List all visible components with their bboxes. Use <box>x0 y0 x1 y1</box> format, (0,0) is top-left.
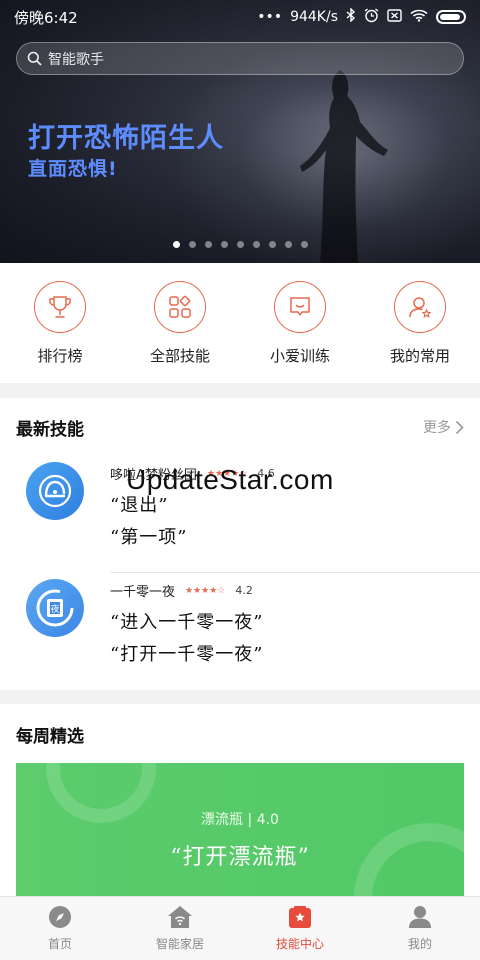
nav-label: 智能家居 <box>155 937 204 951</box>
banner-title: 打开恐怖陌生人 <box>28 123 224 154</box>
carousel-dot[interactable] <box>268 241 276 248</box>
search-placeholder: 智能歌手 <box>48 51 104 68</box>
weekly-feature-card[interactable]: 漂流瓶 | 4.0 “打开漂流瓶” <box>16 763 464 901</box>
hero-banner[interactable]: 傍晚6:42 ••• 944K/s 智能歌手 打开恐怖陌生人 直面恐惧! <box>0 0 480 263</box>
quick-actions: 排行榜 全部技能 小爱训练 我的常用 <box>0 263 480 383</box>
weekly-picks-section: 每周精选 漂流瓶 | 4.0 “打开漂流瓶” <box>0 704 480 904</box>
compass-icon <box>49 906 71 928</box>
trophy-icon <box>34 280 86 333</box>
quick-action-all-skills[interactable]: 全部技能 <box>125 280 235 366</box>
quick-action-label: 我的常用 <box>389 346 450 365</box>
profile-icon <box>409 906 431 928</box>
status-bar: 傍晚6:42 ••• 944K/s <box>0 0 480 34</box>
more-link[interactable]: 更多 <box>423 417 464 437</box>
chat-bubble-icon <box>274 280 326 333</box>
newest-skills-section: 最新技能 更多 哆啦A梦粉丝团 ★★★★☆ 4.6 “退出” “第一项” 夜 一… <box>0 398 480 690</box>
sim-off-icon <box>387 8 402 26</box>
carousel-dot[interactable] <box>220 241 228 248</box>
quick-action-favorites[interactable]: 我的常用 <box>365 280 475 366</box>
more-label: 更多 <box>423 420 451 436</box>
rating-value: 4.2 <box>235 584 253 597</box>
nav-smart-home[interactable]: 智能家居 <box>120 897 240 960</box>
carousel-dot[interactable] <box>188 241 196 248</box>
section-header: 每周精选 <box>0 704 480 764</box>
carousel-dot[interactable] <box>252 241 260 248</box>
skill-item[interactable]: 夜 一千零一夜 ★★★★☆ 4.2 “进入一千零一夜” “打开一千零一夜” <box>0 573 480 690</box>
status-dots: ••• <box>257 9 283 25</box>
skill-name: 一千零一夜 <box>110 585 176 600</box>
smart-home-icon <box>168 906 192 928</box>
apps-grid-icon <box>154 280 206 333</box>
carousel-indicator[interactable] <box>0 241 480 248</box>
nav-home[interactable]: 首页 <box>0 897 120 960</box>
wifi-icon <box>410 9 428 26</box>
section-title: 每周精选 <box>16 726 84 747</box>
bell-app-icon <box>26 462 84 520</box>
banner-subtitle: 直面恐惧! <box>28 158 118 180</box>
nav-skill-center[interactable]: 技能中心 <box>240 897 360 960</box>
carousel-dot[interactable] <box>172 241 180 248</box>
section-header: 最新技能 更多 <box>0 398 480 456</box>
watermark-text: UpdateStar.com <box>126 464 334 495</box>
bottom-nav: 首页 智能家居 技能中心 我的 <box>0 896 480 960</box>
skill-phrase: “第一项” <box>110 527 188 548</box>
status-time: 傍晚6:42 <box>14 8 78 27</box>
carousel-dot[interactable] <box>236 241 244 248</box>
quick-action-label: 全部技能 <box>149 346 210 365</box>
card-title: “打开漂流瓶” <box>170 845 310 870</box>
skill-phrase: “进入一千零一夜” <box>110 612 264 633</box>
book-night-app-icon: 夜 <box>26 579 84 637</box>
alarm-icon <box>364 7 379 27</box>
user-star-icon <box>394 280 446 333</box>
nav-label: 技能中心 <box>275 937 324 951</box>
banner-silhouette-image <box>300 70 388 263</box>
search-icon <box>27 51 42 66</box>
skill-center-icon <box>289 906 311 928</box>
svg-text:夜: 夜 <box>50 603 59 615</box>
section-title: 最新技能 <box>16 419 84 440</box>
carousel-dot[interactable] <box>300 241 308 248</box>
quick-action-ranking[interactable]: 排行榜 <box>5 280 115 366</box>
carousel-dot[interactable] <box>204 241 212 248</box>
card-subtitle: 漂流瓶 | 4.0 <box>201 812 279 828</box>
carousel-dot[interactable] <box>284 241 292 248</box>
quick-action-label: 小爱训练 <box>269 346 330 365</box>
star-rating: ★★★★☆ <box>185 585 226 596</box>
skill-phrase: “打开一千零一夜” <box>110 644 264 665</box>
network-speed: 944K/s <box>290 9 338 25</box>
search-bar[interactable]: 智能歌手 <box>16 42 464 75</box>
nav-label: 首页 <box>47 937 72 951</box>
quick-action-training[interactable]: 小爱训练 <box>245 280 355 366</box>
battery-icon <box>436 10 466 24</box>
nav-profile[interactable]: 我的 <box>360 897 480 960</box>
quick-action-label: 排行榜 <box>37 346 83 365</box>
bluetooth-icon <box>346 7 356 26</box>
nav-label: 我的 <box>407 937 432 951</box>
chevron-right-icon <box>455 420 464 434</box>
